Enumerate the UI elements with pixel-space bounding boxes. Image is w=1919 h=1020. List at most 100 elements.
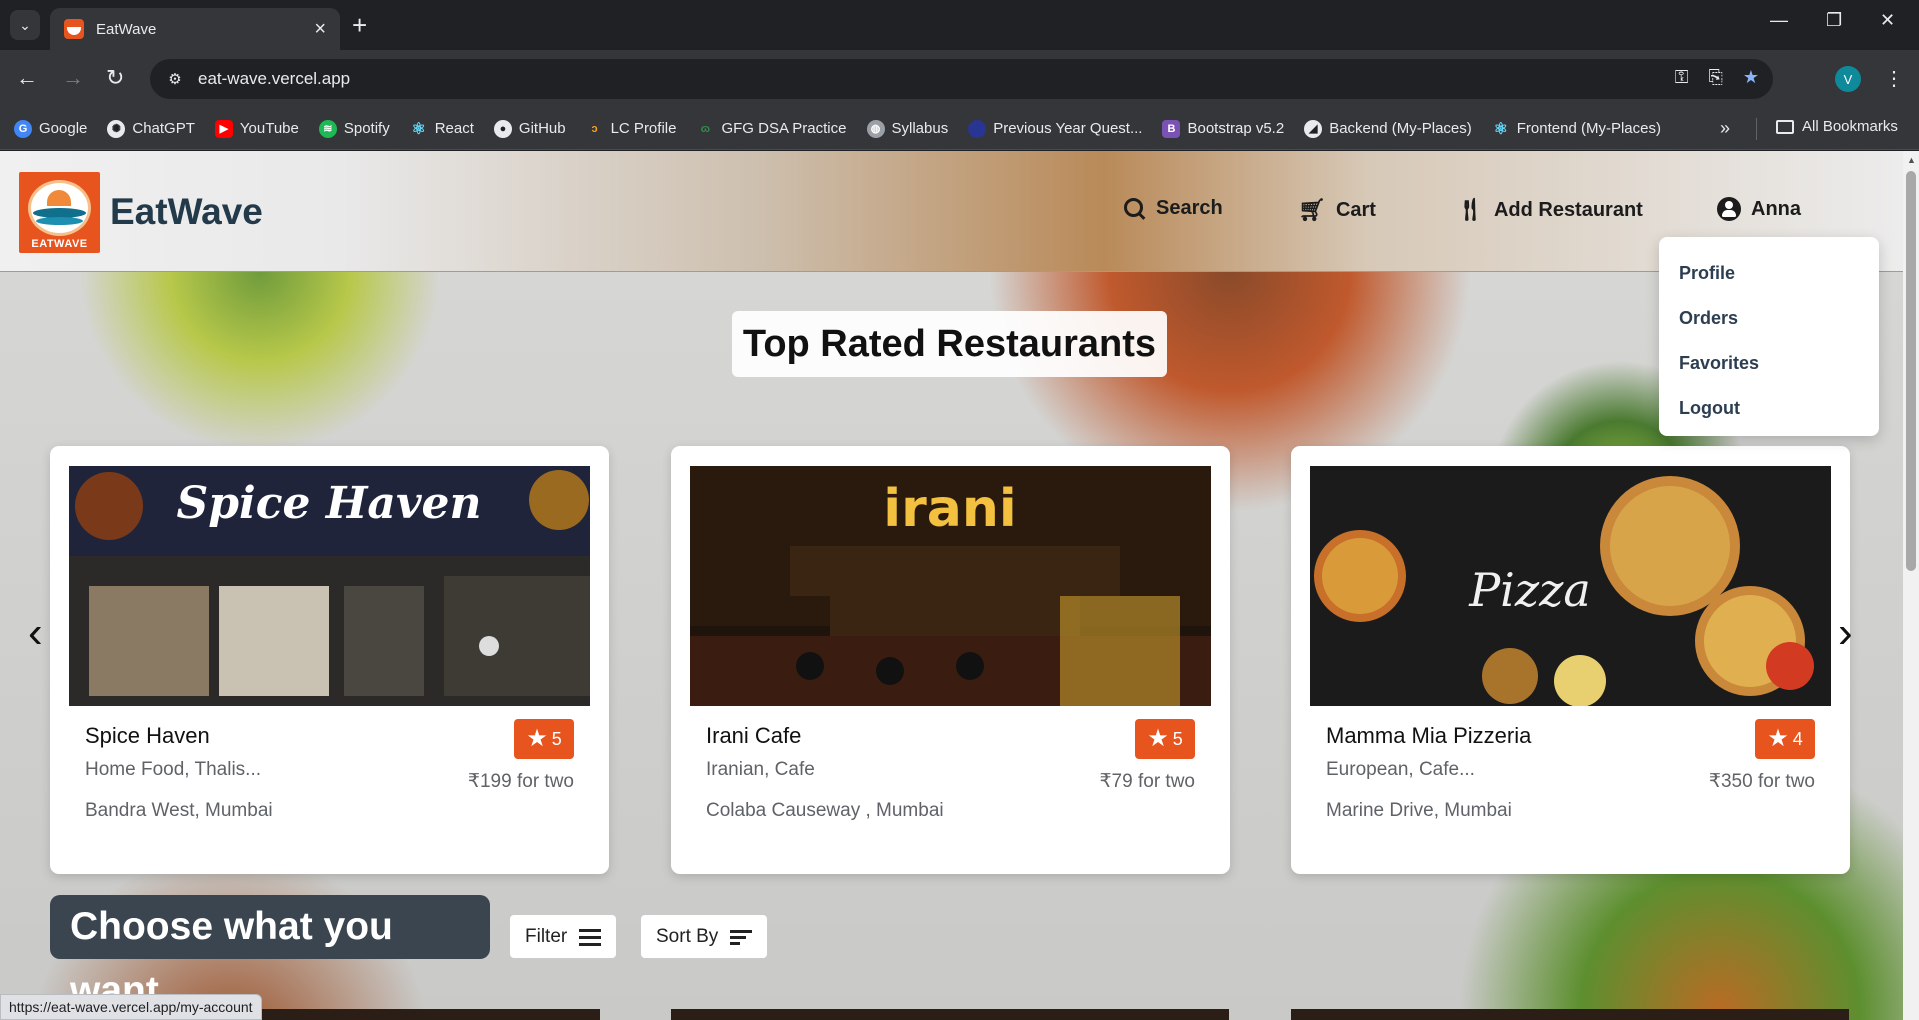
irani-sign: irani (883, 479, 1016, 539)
choose-heading: Choose what you want (50, 895, 490, 1012)
restaurant-price: ₹350 for two (1708, 771, 1815, 792)
bookmark-chatgpt[interactable]: ✺ ChatGPT (107, 119, 195, 138)
minimize-icon[interactable]: — (1770, 10, 1788, 31)
site-info-icon[interactable]: ⚙ (164, 68, 186, 90)
window-close-icon[interactable]: ✕ (1880, 10, 1895, 31)
cart-icon: 🛒︎ (1298, 197, 1326, 222)
restaurant-cuisine: European, Cafe... (1326, 759, 1475, 780)
restaurant-name: Mamma Mia Pizzeria (1326, 723, 1532, 748)
site-navbar: EATWAVE EatWave Search 🛒︎ Cart 🍴︎ Add Re… (0, 151, 1903, 272)
carousel-prev-icon[interactable]: ‹ (28, 611, 43, 655)
restaurant-card[interactable]: Spice Haven Spice Haven ★ 5 Home Food, Th… (50, 446, 609, 874)
user-avatar-icon (1717, 197, 1741, 221)
bootstrap-icon: B (1162, 119, 1181, 138)
restaurant-name: Irani Cafe (706, 723, 802, 748)
restaurant-location: Bandra West, Mumbai (85, 800, 273, 821)
globe-icon: ◍ (866, 119, 885, 138)
bookmark-youtube[interactable]: ▶ YouTube (214, 119, 299, 138)
restore-icon[interactable]: ❐ (1826, 10, 1842, 31)
eatwave-logo[interactable]: EATWAVE (19, 172, 100, 253)
bookmark-google[interactable]: G Google (14, 119, 87, 138)
profile-avatar[interactable]: V (1835, 66, 1861, 92)
fork-knife-icon: 🍴︎ (1456, 197, 1484, 222)
bookmark-github[interactable]: ● GitHub (493, 119, 566, 138)
tab-search-button[interactable]: ⌄ (10, 10, 40, 40)
all-bookmarks-button[interactable]: All Bookmarks (1776, 118, 1898, 135)
youtube-icon: ▶ (214, 119, 233, 138)
menu-item-favorites[interactable]: Favorites (1659, 341, 1879, 386)
restaurant-card[interactable]: irani Irani Cafe ★ 5 Iranian, Cafe ₹79 fo… (671, 446, 1230, 874)
address-bar[interactable]: ⚙ eat-wave.vercel.app ⚿ ⎘ ★ (150, 59, 1773, 99)
nav-cart[interactable]: 🛒︎ Cart (1298, 197, 1376, 223)
bookmark-previous-year[interactable]: Previous Year Quest... (968, 119, 1142, 138)
card-preview (1291, 1009, 1849, 1020)
bookmark-star-icon[interactable]: ★ (1743, 67, 1759, 88)
rating-badge: ★ 4 (1755, 719, 1815, 759)
search-icon (1124, 197, 1146, 220)
tab-title: EatWave (96, 20, 157, 38)
bookmark-backend[interactable]: ◢ Backend (My-Places) (1304, 119, 1472, 138)
browser-toolbar: ← → ↻ ⚙ eat-wave.vercel.app ⚿ ⎘ ★ V ⋮ (0, 50, 1919, 108)
bookmark-syllabus[interactable]: ◍ Syllabus (866, 119, 948, 138)
tab-close-icon[interactable]: × (314, 19, 326, 39)
menu-item-orders[interactable]: Orders (1659, 296, 1879, 341)
restaurant-image: Pizza (1310, 466, 1831, 706)
browser-menu-icon[interactable]: ⋮ (1884, 66, 1904, 91)
restaurant-image: Spice Haven (69, 466, 590, 706)
sliders-icon (579, 927, 602, 947)
new-tab-button[interactable]: + (352, 10, 367, 40)
browser-tabstrip: ⌄ EatWave × + — ❐ ✕ (0, 0, 1919, 50)
scroll-up-icon[interactable]: ▲ (1907, 155, 1916, 165)
url-text[interactable]: eat-wave.vercel.app (198, 69, 350, 89)
bookmark-frontend[interactable]: ⚛ Frontend (My-Places) (1492, 120, 1661, 138)
bookmarks-overflow-icon[interactable]: » (1720, 118, 1730, 139)
star-icon: ★ (1147, 725, 1169, 752)
bookmark-gfg[interactable]: ɷ GFG DSA Practice (696, 120, 847, 138)
back-icon[interactable]: ← (16, 64, 38, 92)
menu-item-profile[interactable]: Profile (1659, 251, 1879, 296)
restaurant-location: Colaba Causeway , Mumbai (706, 800, 944, 821)
nav-user-menu[interactable]: Anna (1717, 197, 1801, 221)
restaurant-location: Marine Drive, Mumbai (1326, 800, 1512, 821)
star-icon: ★ (526, 725, 548, 752)
restaurant-card[interactable]: Pizza Mamma Mia Pizzeria ★ 4 European, Ca… (1291, 446, 1850, 874)
card-preview (671, 1009, 1229, 1020)
account-dropdown: Profile Orders Favorites Logout (1659, 237, 1879, 436)
forward-icon[interactable]: → (62, 64, 84, 92)
carousel-next-icon[interactable]: › (1838, 611, 1853, 655)
browser-tab-active[interactable]: EatWave × (50, 8, 340, 50)
bookmark-lc-profile[interactable]: ↄ LC Profile (586, 120, 677, 138)
tab-favicon-icon (64, 19, 84, 39)
bookmark-react[interactable]: ⚛ React (410, 120, 474, 138)
sort-icon (730, 929, 753, 945)
logo-text: EATWAVE (31, 238, 88, 250)
restaurant-cuisine: Home Food, Thalis... (85, 759, 262, 780)
menu-item-logout[interactable]: Logout (1659, 386, 1879, 431)
restaurant-name: Spice Haven (85, 723, 210, 748)
filter-button[interactable]: Filter (510, 915, 617, 958)
restaurant-cuisine: Iranian, Cafe (706, 759, 815, 780)
restaurant-image: irani (690, 466, 1211, 706)
spice-haven-sign: Spice Haven (177, 478, 482, 529)
install-app-icon[interactable]: ⎘ (1708, 67, 1722, 88)
sort-button[interactable]: Sort By (641, 915, 768, 958)
leetcode-icon: ↄ (591, 122, 598, 135)
chatgpt-icon: ✺ (107, 119, 126, 138)
brand-name[interactable]: EatWave (110, 191, 263, 233)
password-key-icon[interactable]: ⚿ (1675, 67, 1689, 88)
react-icon: ⚛ (1493, 120, 1508, 138)
github-icon: ● (493, 119, 512, 138)
restaurant-price: ₹199 for two (467, 771, 574, 792)
pizza-sign: Pizza (1468, 563, 1591, 617)
google-icon: G (14, 119, 32, 138)
nav-add-restaurant[interactable]: 🍴︎ Add Restaurant (1456, 197, 1643, 223)
top-rated-title: Top Rated Restaurants (732, 311, 1167, 377)
page-scrollbar[interactable]: ▲ (1903, 151, 1919, 1020)
rating-badge: ★ 5 (514, 719, 574, 759)
scroll-thumb[interactable] (1906, 171, 1916, 571)
university-icon (968, 119, 987, 138)
bookmark-bootstrap[interactable]: B Bootstrap v5.2 (1162, 119, 1284, 138)
nav-search[interactable]: Search (1124, 197, 1223, 220)
bookmark-spotify[interactable]: ≋ Spotify (318, 119, 390, 138)
reload-icon[interactable]: ↻ (106, 64, 124, 92)
